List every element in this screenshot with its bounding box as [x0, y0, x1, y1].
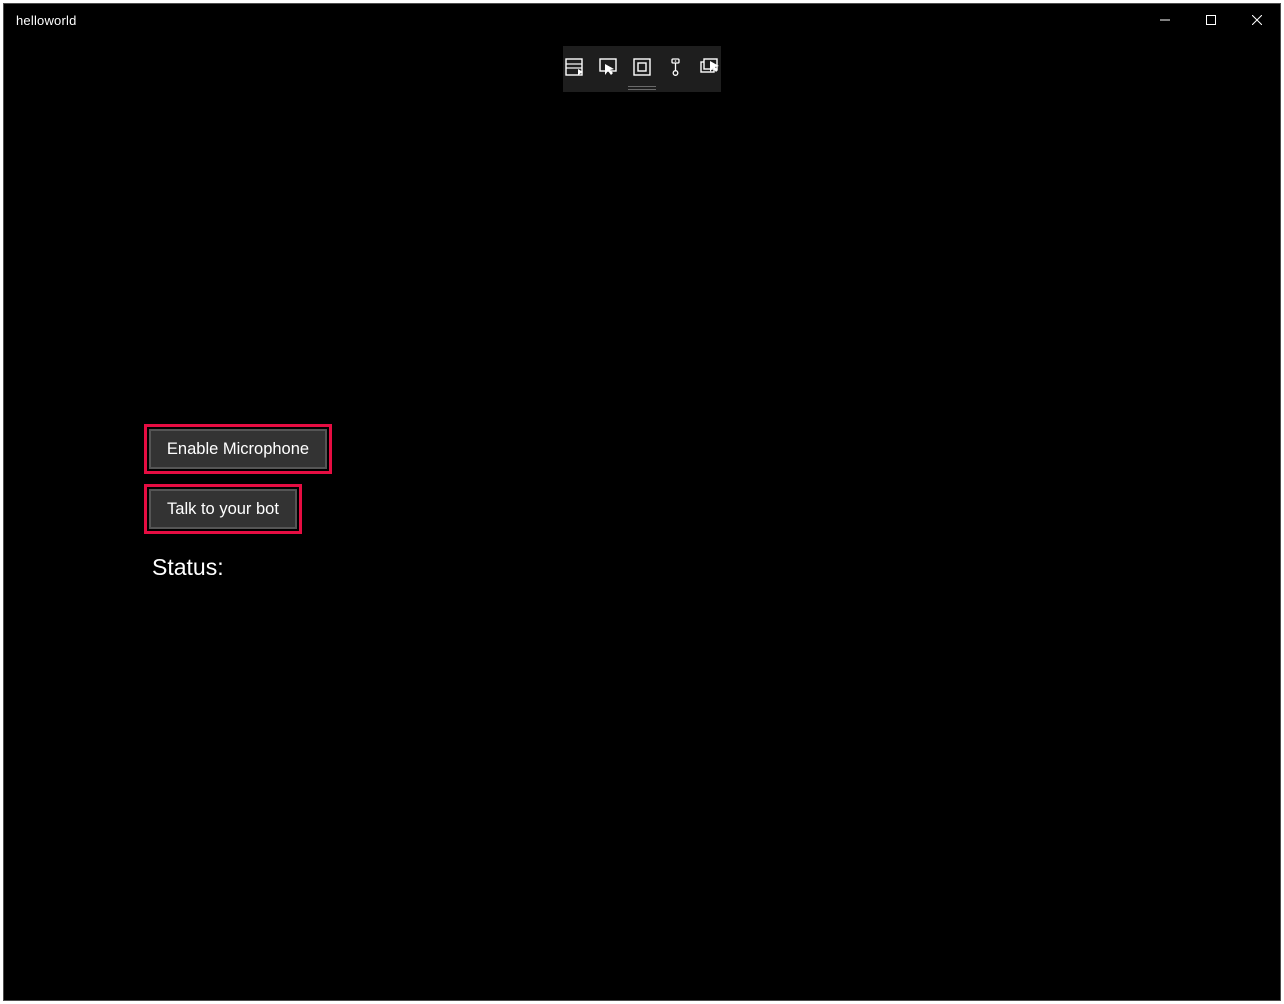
title-bar: helloworld — [4, 4, 1280, 36]
go-to-live-visual-tree-icon[interactable] — [699, 56, 721, 78]
minimize-button[interactable] — [1142, 4, 1188, 36]
maximize-icon — [1206, 15, 1216, 25]
main-content: Enable Microphone Talk to your bot Statu… — [144, 424, 332, 581]
xaml-debug-toolbar[interactable] — [563, 46, 721, 92]
select-element-icon[interactable] — [597, 56, 619, 78]
minimize-icon — [1160, 15, 1170, 25]
close-button[interactable] — [1234, 4, 1280, 36]
toolbar-icons-row — [563, 52, 721, 82]
highlight-enable-microphone: Enable Microphone — [144, 424, 332, 474]
highlight-talk-to-bot: Talk to your bot — [144, 484, 302, 534]
display-layout-adorners-icon[interactable] — [631, 56, 653, 78]
app-window: helloworld — [3, 3, 1281, 1001]
live-visual-tree-icon[interactable] — [563, 56, 585, 78]
talk-to-bot-button[interactable]: Talk to your bot — [149, 489, 297, 529]
window-controls — [1142, 4, 1280, 36]
status-label: Status: — [152, 554, 332, 581]
maximize-button[interactable] — [1188, 4, 1234, 36]
window-title: helloworld — [16, 13, 77, 28]
track-focused-element-icon[interactable] — [665, 56, 687, 78]
close-icon — [1252, 15, 1262, 25]
toolbar-drag-handle[interactable] — [628, 86, 656, 90]
enable-microphone-button[interactable]: Enable Microphone — [149, 429, 327, 469]
